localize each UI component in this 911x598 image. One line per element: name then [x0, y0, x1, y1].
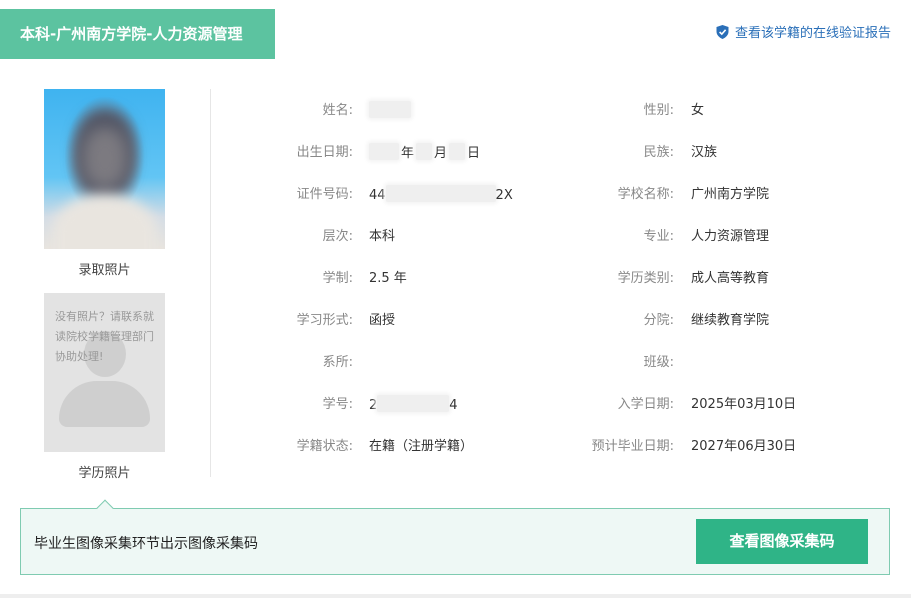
degree-photo-caption: 学历照片: [78, 466, 131, 481]
verify-report-link[interactable]: 查看该学籍的在线验证报告: [716, 22, 891, 41]
field-major: 专业: 人力资源管理: [0, 227, 911, 247]
shield-check-icon: [716, 24, 729, 39]
view-image-code-button[interactable]: 查看图像采集码: [696, 519, 868, 564]
verify-link-label: 查看该学籍的在线验证报告: [734, 26, 891, 41]
field-value: 广州南方学院: [691, 187, 770, 202]
field-class: 班级:: [0, 353, 911, 373]
field-value: 汉族: [691, 145, 718, 160]
field-label: 分院:: [643, 313, 674, 328]
field-ethnicity: 民族: 汉族: [0, 143, 911, 163]
field-value: 2025年03月10日: [691, 397, 797, 412]
field-label: 性别:: [643, 103, 674, 118]
field-label: 专业:: [643, 229, 674, 244]
field-label: 学历类别:: [617, 271, 674, 286]
field-branch-college: 分院: 继续教育学院: [0, 311, 911, 331]
field-label: 入学日期:: [617, 397, 674, 412]
record-title: 本科-广州南方学院-人力资源管理: [0, 9, 275, 59]
field-value: 人力资源管理: [691, 229, 770, 244]
field-label: 班级:: [643, 355, 674, 370]
field-value: 女: [691, 103, 705, 118]
field-value: 继续教育学院: [691, 313, 770, 328]
field-label: 学校名称:: [617, 187, 674, 202]
field-value: 成人高等教育: [691, 271, 770, 286]
image-collection-banner: 毕业生图像采集环节出示图像采集码 查看图像采集码: [20, 508, 890, 575]
field-school-name: 学校名称: 广州南方学院: [0, 185, 911, 205]
field-value: 2027年06月30日: [691, 439, 797, 454]
card-bottom-edge: [0, 594, 911, 598]
field-gender: 性别: 女: [0, 101, 911, 121]
field-expected-graduation: 预计毕业日期: 2027年06月30日: [0, 437, 911, 457]
banner-text: 毕业生图像采集环节出示图像采集码: [34, 536, 258, 552]
field-education-category: 学历类别: 成人高等教育: [0, 269, 911, 289]
student-record-card: 本科-广州南方学院-人力资源管理 查看该学籍的在线验证报告 录取照片 没有照片？…: [0, 0, 911, 598]
field-enrollment-date: 入学日期: 2025年03月10日: [0, 395, 911, 415]
field-label: 预计毕业日期:: [591, 439, 674, 454]
field-label: 民族:: [643, 145, 674, 160]
